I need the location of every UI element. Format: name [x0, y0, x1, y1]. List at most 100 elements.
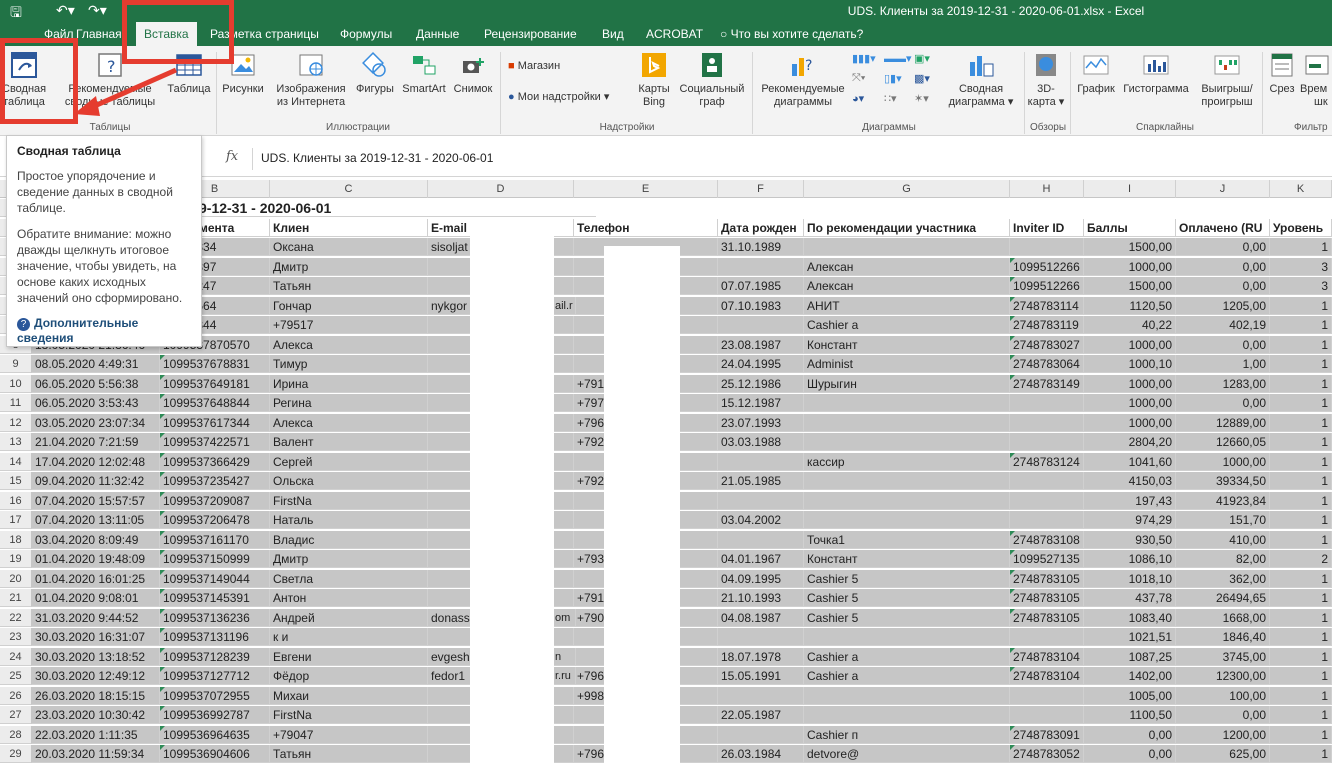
cell-h[interactable]: 2748783114 — [1010, 296, 1084, 315]
online-pictures-button[interactable]: Изображения из Интернета — [268, 50, 354, 109]
cell-a[interactable]: 01.04.2020 19:48:09 — [32, 550, 160, 568]
cell-f[interactable]: 07.07.1985 — [718, 277, 804, 295]
cell-i[interactable]: 1000,00 — [1084, 413, 1176, 432]
cell-j[interactable]: 410,00 — [1176, 530, 1270, 549]
cell-g[interactable]: кассир — [804, 452, 1010, 471]
shapes-button[interactable]: Фигуры — [352, 50, 398, 96]
tab-acrobat[interactable]: ACROBAT — [646, 27, 703, 41]
column-header-g[interactable]: G — [804, 180, 1010, 198]
cell-i[interactable]: 1500,00 — [1084, 277, 1176, 295]
row-header[interactable]: 23 — [0, 628, 32, 646]
cell-h[interactable] — [1010, 491, 1084, 510]
sparkline-winloss-button[interactable]: Выигрыш/ проигрыш — [1194, 50, 1260, 109]
cell-f[interactable] — [718, 530, 804, 549]
cell-i[interactable]: 1000,00 — [1084, 257, 1176, 276]
cell-k[interactable]: 1 — [1270, 511, 1332, 529]
column-header-i[interactable]: I — [1084, 180, 1176, 198]
cell-g[interactable] — [804, 686, 1010, 705]
header-cell-g[interactable]: По рекомендации участника — [804, 218, 1010, 237]
cell-c[interactable]: +79517 — [270, 316, 428, 334]
hierarchy-chart-button[interactable]: ▣▾ — [914, 52, 930, 65]
fx-icon[interactable]: fx — [226, 149, 238, 164]
cell-a[interactable]: 03.04.2020 8:09:49 — [32, 530, 160, 549]
row-header[interactable]: 28 — [0, 725, 32, 744]
cell-k[interactable]: 1 — [1270, 238, 1332, 256]
scatter-chart-button[interactable]: ∷▾ — [884, 92, 897, 105]
cell-k[interactable]: 1 — [1270, 394, 1332, 412]
cell-c[interactable]: Наталь — [270, 511, 428, 529]
row-header[interactable]: 22 — [0, 608, 32, 627]
store-button[interactable]: ■ Магазин — [508, 60, 560, 72]
header-cell-c[interactable]: Клиен — [270, 218, 428, 237]
cell-b[interactable]: 1099537422571 — [160, 433, 270, 451]
smartart-button[interactable]: SmartArt — [398, 50, 450, 96]
cell-j[interactable]: 0,00 — [1176, 335, 1270, 354]
cell-f[interactable]: 31.10.1989 — [718, 238, 804, 256]
cell-j[interactable]: 82,00 — [1176, 550, 1270, 568]
bar-chart-button[interactable]: ▬▬▾ — [884, 52, 912, 65]
cell-f[interactable] — [718, 257, 804, 276]
cell-a[interactable]: 31.03.2020 9:44:52 — [32, 608, 160, 627]
cell-i[interactable]: 1083,40 — [1084, 608, 1176, 627]
cell-f[interactable]: 07.10.1983 — [718, 296, 804, 315]
row-header[interactable]: 20 — [0, 569, 32, 588]
slicer-button[interactable]: Срез — [1264, 50, 1300, 96]
cell-a[interactable]: 30.03.2020 16:31:07 — [32, 628, 160, 646]
cell-a[interactable]: 17.04.2020 12:02:48 — [32, 452, 160, 471]
cell-h[interactable]: 2748783124 — [1010, 452, 1084, 471]
cell-c[interactable]: Татьян — [270, 277, 428, 295]
cell-g[interactable]: detvore@ — [804, 745, 1010, 763]
cell-g[interactable]: Алексан — [804, 277, 1010, 295]
cell-g[interactable] — [804, 238, 1010, 256]
cell-a[interactable]: 30.03.2020 13:18:52 — [32, 647, 160, 666]
cell-k[interactable]: 1 — [1270, 316, 1332, 334]
cell-i[interactable]: 1021,51 — [1084, 628, 1176, 646]
cell-k[interactable]: 1 — [1270, 452, 1332, 471]
bing-maps-button[interactable]: Карты Bing — [632, 50, 676, 109]
cell-h[interactable] — [1010, 706, 1084, 724]
column-header-d[interactable]: D — [428, 180, 574, 198]
cell-g[interactable]: Алексан — [804, 257, 1010, 276]
cell-g[interactable] — [804, 491, 1010, 510]
cell-j[interactable]: 151,70 — [1176, 511, 1270, 529]
tell-me-box[interactable]: ○ Что вы хотите сделать? — [720, 27, 863, 41]
cell-a[interactable]: 07.04.2020 13:11:05 — [32, 511, 160, 529]
cell-c[interactable]: FirstNa — [270, 491, 428, 510]
column-header-f[interactable]: F — [718, 180, 804, 198]
waterfall-chart-button[interactable]: ▩▾ — [914, 72, 930, 85]
cell-j[interactable]: 39334,50 — [1176, 472, 1270, 490]
cell-c[interactable]: Сергей — [270, 452, 428, 471]
cell-f[interactable] — [718, 316, 804, 334]
cell-f[interactable] — [718, 452, 804, 471]
cell-b[interactable]: 1099537145391 — [160, 589, 270, 607]
tab-data[interactable]: Данные — [416, 27, 459, 41]
cell-c[interactable]: Оксана — [270, 238, 428, 256]
cell-a[interactable]: 23.03.2020 10:30:42 — [32, 706, 160, 724]
header-cell-j[interactable]: Оплачено (RU — [1176, 218, 1270, 237]
cell-h[interactable] — [1010, 628, 1084, 646]
cell-f[interactable]: 03.03.1988 — [718, 433, 804, 451]
cell-k[interactable]: 1 — [1270, 667, 1332, 685]
cell-c[interactable]: Алекса — [270, 335, 428, 354]
cell-h[interactable]: 2748783108 — [1010, 530, 1084, 549]
cell-j[interactable]: 12300,00 — [1176, 667, 1270, 685]
row-header[interactable]: 21 — [0, 589, 32, 607]
pie-chart-button[interactable]: ◕▾ — [852, 92, 864, 105]
cell-b[interactable]: 1099537649181 — [160, 374, 270, 393]
cell-j[interactable]: 1668,00 — [1176, 608, 1270, 627]
cell-j[interactable]: 12660,05 — [1176, 433, 1270, 451]
cell-i[interactable]: 1005,00 — [1084, 686, 1176, 705]
cell-k[interactable]: 1 — [1270, 725, 1332, 744]
cell-a[interactable]: 07.04.2020 15:57:57 — [32, 491, 160, 510]
cell-i[interactable]: 1087,25 — [1084, 647, 1176, 666]
cell-i[interactable]: 1000,00 — [1084, 335, 1176, 354]
formula-input[interactable]: UDS. Клиенты за 2019-12-31 - 2020-06-01 — [252, 148, 1332, 170]
cell-a[interactable]: 20.03.2020 11:59:34 — [32, 745, 160, 763]
cell-k[interactable]: 1 — [1270, 530, 1332, 549]
cell-j[interactable]: 0,00 — [1176, 394, 1270, 412]
cell-k[interactable]: 1 — [1270, 491, 1332, 510]
cell-i[interactable]: 1041,60 — [1084, 452, 1176, 471]
cell-b[interactable]: 1099537149044 — [160, 569, 270, 588]
cell-k[interactable]: 1 — [1270, 296, 1332, 315]
header-cell-b[interactable]: мента — [196, 218, 270, 237]
